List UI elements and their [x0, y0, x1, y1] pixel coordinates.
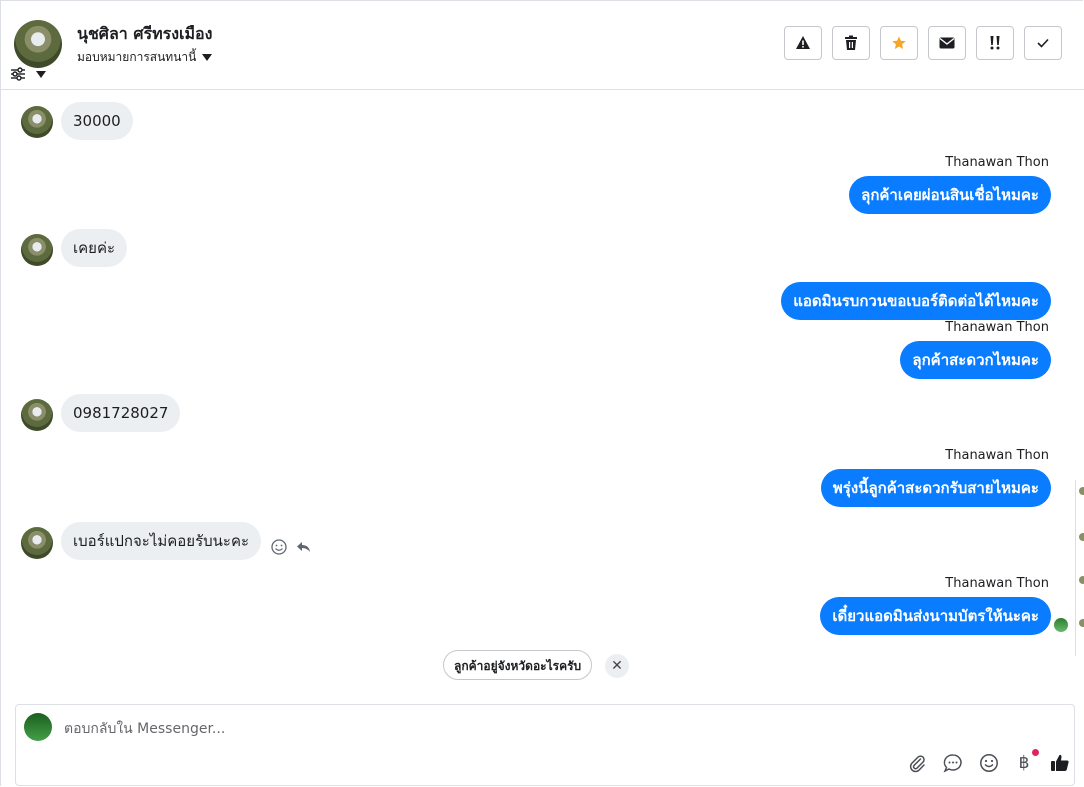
- check-icon: [1037, 38, 1049, 48]
- close-icon[interactable]: ✕: [605, 654, 629, 678]
- thumbs-up-icon: [1051, 754, 1069, 771]
- star-button[interactable]: [880, 26, 918, 60]
- side-panel-avatar[interactable]: [1079, 533, 1084, 541]
- message-outgoing[interactable]: แอดมินรบกวนขอเบอร์ติดต่อได้ไหมคะ: [781, 282, 1051, 320]
- message-sender: Thanawan Thon: [945, 448, 1049, 463]
- emoji-button[interactable]: [978, 752, 1000, 774]
- message-incoming[interactable]: เคยค่ะ: [61, 229, 128, 267]
- chat-bubble-icon: [943, 754, 962, 773]
- double-exclamation-icon: [990, 36, 1000, 50]
- contact-avatar[interactable]: [14, 20, 62, 68]
- contact-avatar-small[interactable]: [21, 234, 53, 266]
- filter-chevron-down-icon[interactable]: [36, 71, 46, 78]
- mark-unread-button[interactable]: [928, 26, 966, 60]
- side-panel-avatar[interactable]: [1079, 487, 1084, 495]
- baht-icon: ฿: [1018, 753, 1030, 773]
- reply-icon[interactable]: [295, 538, 313, 556]
- assign-label: มอบหมายการสนทนานี้: [77, 50, 197, 64]
- message-outgoing[interactable]: ลุกค้าสะดวกไหมคะ: [900, 341, 1051, 379]
- message-incoming[interactable]: เบอร์แปกจะไม่คอยรับนะคะ: [61, 522, 262, 560]
- message-outgoing[interactable]: ลุกค้าเคยผ่อนสินเชื่อไหมคะ: [849, 176, 1051, 214]
- delete-button[interactable]: [832, 26, 870, 60]
- notification-dot: [1032, 749, 1039, 756]
- contact-avatar-small[interactable]: [21, 399, 53, 431]
- side-panel-avatar[interactable]: [1079, 619, 1084, 627]
- trash-icon: [845, 35, 857, 50]
- side-panel-edge: [1075, 480, 1084, 656]
- message-incoming[interactable]: 0981728027: [61, 394, 181, 432]
- chevron-down-icon: [202, 54, 213, 61]
- payment-button[interactable]: ฿: [1013, 752, 1035, 774]
- contact-avatar-small[interactable]: [21, 106, 53, 138]
- message-sender: Thanawan Thon: [945, 320, 1049, 335]
- react-smiley-icon[interactable]: [270, 538, 288, 556]
- star-icon: [892, 36, 906, 49]
- mark-done-button[interactable]: [1024, 26, 1062, 60]
- filter-sliders-icon[interactable]: [10, 66, 26, 82]
- contact-name[interactable]: นุชศิลา ศรีทรงเมือง: [77, 22, 212, 47]
- assign-conversation-dropdown[interactable]: มอบหมายการสนทนานี้: [77, 48, 213, 67]
- reply-input[interactable]: [62, 716, 766, 742]
- warning-icon: [796, 36, 810, 49]
- side-panel-avatar[interactable]: [1079, 576, 1084, 584]
- attach-button[interactable]: [906, 752, 928, 774]
- message-outgoing[interactable]: พรุ่งนี้ลูกค้าสะดวกรับสายไหมคะ: [820, 469, 1051, 507]
- message-outgoing[interactable]: เดี๋ยวแอดมินส่งนามบัตรให้นะคะ: [820, 597, 1051, 635]
- message-incoming[interactable]: 30000: [61, 102, 133, 140]
- follow-up-button[interactable]: [976, 26, 1014, 60]
- report-spam-button[interactable]: [784, 26, 822, 60]
- suggested-reply-chip[interactable]: ลูกค้าอยู่จังหวัดอะไรครับ: [443, 650, 593, 680]
- like-button[interactable]: [1049, 752, 1071, 774]
- page-avatar: [24, 713, 52, 741]
- saved-replies-button[interactable]: [942, 752, 964, 774]
- contact-avatar-small[interactable]: [21, 527, 53, 559]
- paperclip-icon: [909, 755, 925, 773]
- envelope-icon: [939, 37, 955, 49]
- emoji-icon: [980, 754, 998, 772]
- seen-by-avatar: [1054, 618, 1068, 632]
- message-sender: Thanawan Thon: [945, 576, 1049, 591]
- message-sender: Thanawan Thon: [945, 155, 1049, 170]
